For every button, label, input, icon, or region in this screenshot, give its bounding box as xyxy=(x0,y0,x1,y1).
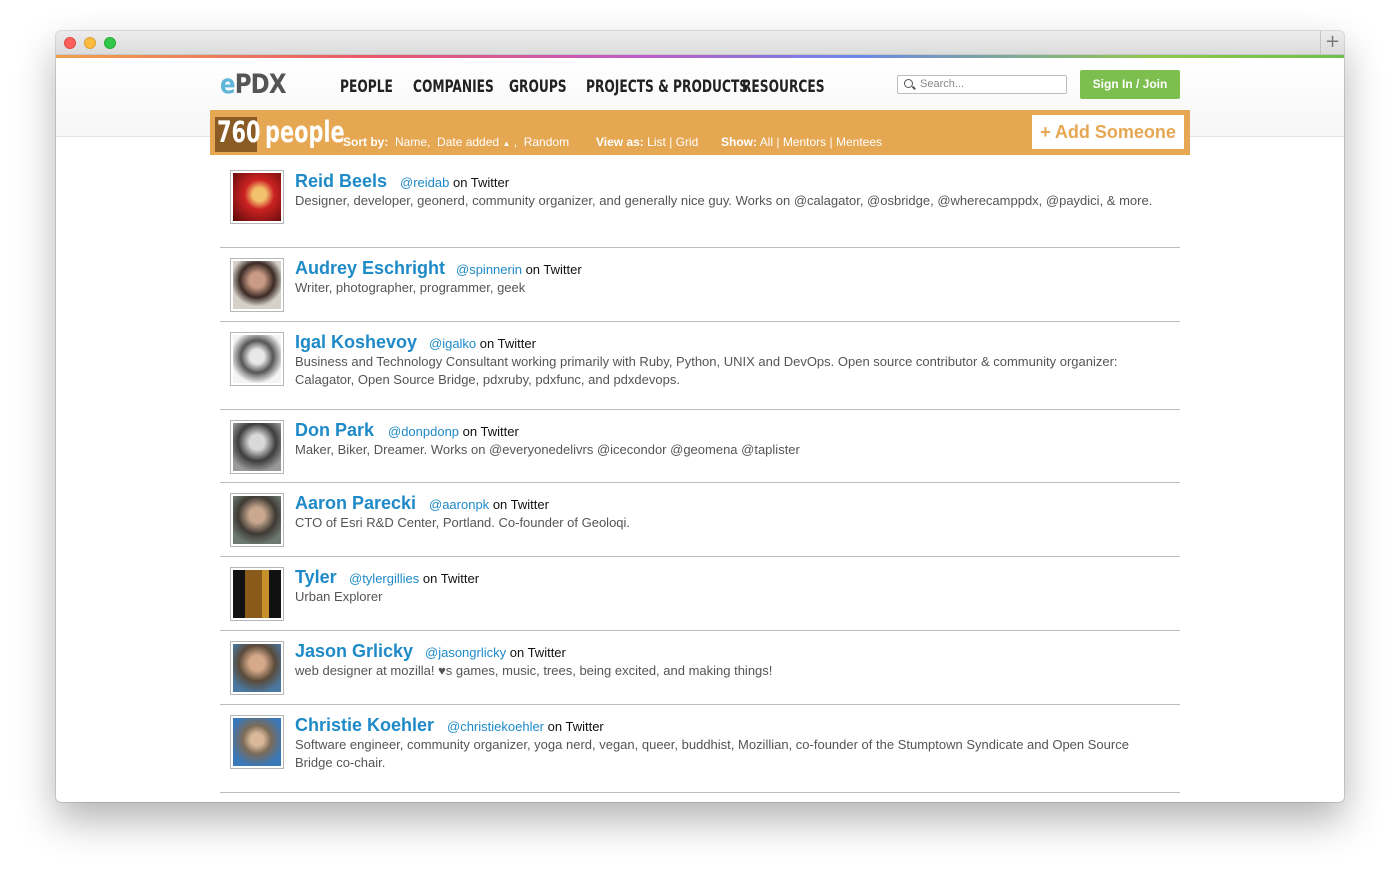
search-placeholder: Search... xyxy=(920,78,965,90)
list-item: Tyler @tylergillies on Twitter Urban Exp… xyxy=(220,557,1180,631)
sort-by-date[interactable]: Date added xyxy=(437,135,499,149)
person-bio: Business and Technology Consultant worki… xyxy=(295,354,1118,387)
avatar[interactable] xyxy=(230,567,284,621)
list-item: Reid Beels @reidab on Twitter Designer, … xyxy=(220,163,1180,248)
sign-in-button[interactable]: Sign In / Join xyxy=(1080,70,1180,99)
show-mentors[interactable]: Mentors xyxy=(783,135,826,149)
list-item: Christie Koehler @christiekoehler on Twi… xyxy=(220,705,1180,793)
twitter-line: @donpdonp on Twitter xyxy=(388,424,519,439)
sort-label: Sort by: xyxy=(343,135,389,149)
zoom-window-button[interactable] xyxy=(104,37,116,49)
person-bio: Software engineer, community organizer, … xyxy=(295,737,1129,770)
avatar[interactable] xyxy=(230,258,284,312)
person-name[interactable]: Aaron Parecki xyxy=(295,493,416,514)
view-controls: View as: List | Grid xyxy=(596,135,699,149)
view-grid[interactable]: Grid xyxy=(676,135,699,149)
list-item: Audrey Eschright @spinnerin on Twitter W… xyxy=(220,248,1180,322)
sort-by-name[interactable]: Name, xyxy=(395,135,430,149)
twitter-line: @igalko on Twitter xyxy=(429,336,536,351)
person-name[interactable]: Christie Koehler xyxy=(295,715,434,736)
person-bio: Urban Explorer xyxy=(295,589,383,604)
twitter-line: @reidab on Twitter xyxy=(400,175,510,190)
nav-companies[interactable]: COMPANIES xyxy=(413,77,494,97)
twitter-handle[interactable]: @tylergillies xyxy=(349,571,419,586)
list-item: Aaron Parecki @aaronpk on Twitter CTO of… xyxy=(220,483,1180,557)
person-bio: web designer at mozilla! ♥s games, music… xyxy=(295,663,773,678)
show-controls: Show: All | Mentors | Mentees xyxy=(721,135,883,149)
twitter-line: @aaronpk on Twitter xyxy=(429,497,549,512)
nav-resources[interactable]: RESOURCES xyxy=(742,77,825,97)
minimize-window-button[interactable] xyxy=(84,37,96,49)
twitter-handle[interactable]: @jasongrlicky xyxy=(425,645,506,660)
person-name[interactable]: Reid Beels xyxy=(295,171,387,192)
person-name[interactable]: Igal Koshevoy xyxy=(295,332,417,353)
person-name[interactable]: Audrey Eschright xyxy=(295,258,445,279)
view-list[interactable]: List xyxy=(647,135,666,149)
person-bio: Designer, developer, geonerd, community … xyxy=(295,193,1153,208)
avatar[interactable] xyxy=(230,715,284,769)
person-name[interactable]: Jason Grlicky xyxy=(295,641,413,662)
avatar[interactable] xyxy=(230,332,284,386)
title-bar: + xyxy=(56,31,1344,55)
twitter-handle[interactable]: @donpdonp xyxy=(388,424,459,439)
twitter-line: @spinnerin on Twitter xyxy=(456,262,582,277)
list-item: Jason Grlicky @jasongrlicky on Twitter w… xyxy=(220,631,1180,705)
view-label: View as: xyxy=(596,135,644,149)
nav-people[interactable]: PEOPLE xyxy=(340,77,393,97)
sort-controls: Sort by: Name, Date added ▲ , Random xyxy=(343,135,570,149)
show-label: Show: xyxy=(721,135,757,149)
people-count: 760 xyxy=(217,115,261,149)
sort-random[interactable]: Random xyxy=(524,135,569,149)
site-logo[interactable]: ePDX xyxy=(220,69,287,100)
twitter-handle[interactable]: @aaronpk xyxy=(429,497,489,512)
twitter-handle[interactable]: @igalko xyxy=(429,336,476,351)
people-toolbar: 760 people Sort by: Name, Date added ▲ ,… xyxy=(210,110,1190,155)
add-someone-button[interactable]: + Add Someone xyxy=(1032,115,1184,149)
search-input[interactable]: Search... xyxy=(897,75,1067,94)
twitter-line: @tylergillies on Twitter xyxy=(349,571,480,586)
twitter-handle[interactable]: @christiekoehler xyxy=(447,719,544,734)
people-heading: people xyxy=(265,115,345,149)
person-name[interactable]: Tyler xyxy=(295,567,337,588)
twitter-line: @jasongrlicky on Twitter xyxy=(425,645,566,660)
person-name[interactable]: Don Park xyxy=(295,420,374,441)
list-item: Igal Koshevoy @igalko on Twitter Busines… xyxy=(220,322,1180,410)
avatar[interactable] xyxy=(230,493,284,547)
twitter-handle[interactable]: @spinnerin xyxy=(456,262,522,277)
search-icon xyxy=(904,79,913,88)
show-all[interactable]: All xyxy=(760,135,773,149)
new-tab-button[interactable]: + xyxy=(1320,31,1344,55)
nav-groups[interactable]: GROUPS xyxy=(509,77,567,97)
person-bio: CTO of Esri R&D Center, Portland. Co-fou… xyxy=(295,515,631,530)
browser-window: + ePDX PEOPLE COMPANIES GROUPS PROJECTS … xyxy=(56,31,1344,802)
list-item: Don Park @donpdonp on Twitter Maker, Bik… xyxy=(220,410,1180,483)
avatar[interactable] xyxy=(230,420,284,474)
person-bio: Writer, photographer, programmer, geek xyxy=(295,280,526,295)
person-bio: Maker, Biker, Dreamer. Works on @everyon… xyxy=(295,442,800,457)
show-mentees[interactable]: Mentees xyxy=(836,135,882,149)
sort-arrow-icon: ▲ xyxy=(502,139,511,148)
twitter-line: @christiekoehler on Twitter xyxy=(447,719,604,734)
avatar[interactable] xyxy=(230,641,284,695)
twitter-handle[interactable]: @reidab xyxy=(400,175,449,190)
people-list: Reid Beels @reidab on Twitter Designer, … xyxy=(220,163,1180,793)
nav-projects-products[interactable]: PROJECTS & PRODUCTS xyxy=(586,77,748,97)
close-window-button[interactable] xyxy=(64,37,76,49)
avatar[interactable] xyxy=(230,170,284,224)
